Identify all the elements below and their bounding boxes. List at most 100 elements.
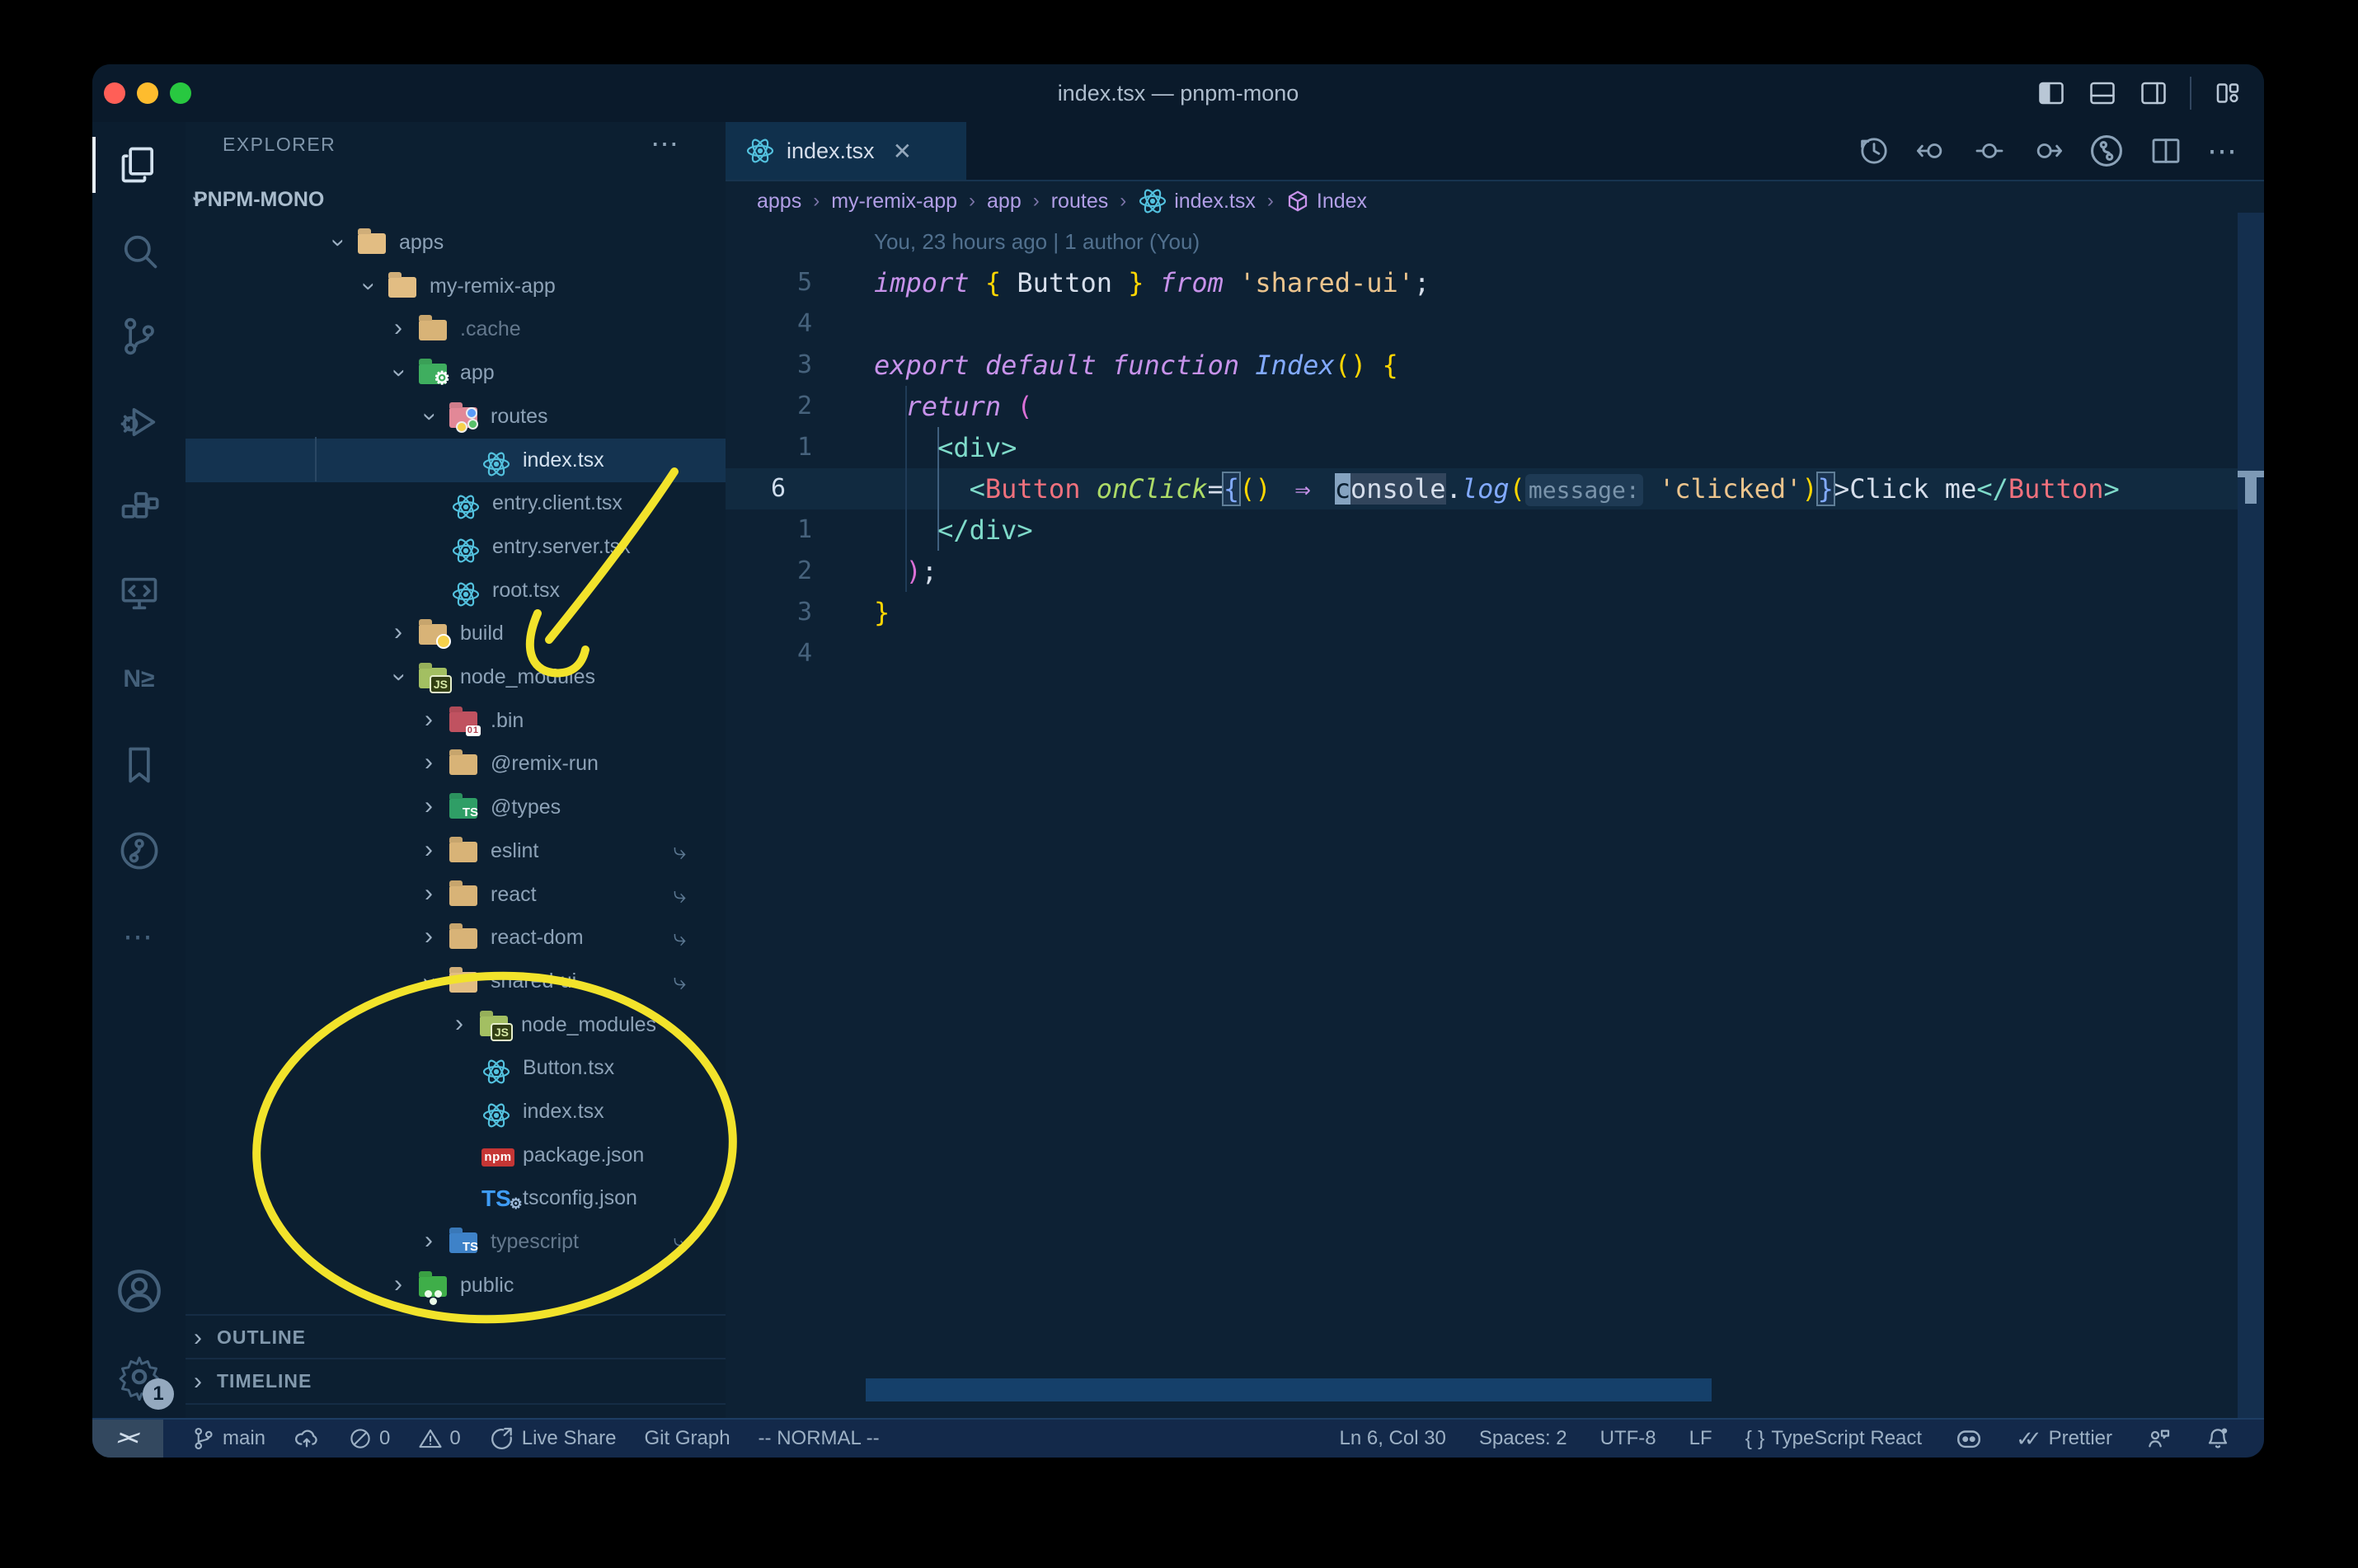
react-icon bbox=[745, 136, 775, 166]
tab-index-tsx[interactable]: index.tsx ✕ bbox=[726, 122, 966, 180]
editor-actions: ⋯ bbox=[1858, 122, 2239, 180]
more-icon[interactable]: ⋯ bbox=[2207, 134, 2239, 168]
tree-item-my-remix-app[interactable]: › my-remix-app bbox=[186, 265, 726, 308]
status--normal-[interactable]: -- NORMAL -- bbox=[759, 1427, 880, 1450]
chevron-right-icon: › bbox=[425, 1227, 433, 1255]
tree-item-button-tsx[interactable]: Button.tsx bbox=[186, 1046, 726, 1090]
tree-item-public[interactable]: › public bbox=[186, 1264, 726, 1307]
chevron-right-icon: › bbox=[194, 1368, 202, 1395]
activity-more-icon[interactable]: ⋯ bbox=[92, 894, 186, 979]
folder-routes-icon bbox=[449, 406, 479, 433]
activity-remote-explorer-icon[interactable] bbox=[92, 551, 186, 636]
tree-item--remix-run[interactable]: › @remix-run bbox=[186, 742, 726, 786]
status-cloud-up[interactable] bbox=[294, 1425, 320, 1452]
close-tab-icon[interactable]: ✕ bbox=[893, 138, 912, 165]
folder-build-icon bbox=[419, 622, 451, 650]
status-utf-8[interactable]: UTF-8 bbox=[1600, 1427, 1656, 1450]
feedback-icon bbox=[2145, 1425, 2172, 1452]
change-prev-icon[interactable] bbox=[1915, 134, 1948, 167]
activity-account-icon[interactable] bbox=[92, 1248, 186, 1334]
tree-item-build[interactable]: › build bbox=[186, 612, 726, 655]
breadcrumb-item-index[interactable]: Index bbox=[1285, 189, 1367, 214]
status-prettier[interactable]: ✓✓ Prettier bbox=[2016, 1426, 2112, 1452]
change-icon[interactable] bbox=[1973, 134, 2006, 167]
dblcheck-icon: ✓✓ bbox=[2016, 1425, 2041, 1451]
layout-customize-icon[interactable] bbox=[2213, 78, 2243, 108]
tree-item-apps[interactable]: › apps bbox=[186, 221, 726, 265]
outline-section[interactable]: › OUTLINE bbox=[186, 1314, 726, 1359]
activity-nx-console-icon[interactable]: N≥ bbox=[92, 636, 186, 722]
status-ln-6-col-30[interactable]: Ln 6, Col 30 bbox=[1339, 1427, 1445, 1450]
vertical-scrollbar[interactable] bbox=[2238, 213, 2264, 1420]
status-main[interactable]: main bbox=[191, 1426, 265, 1451]
vim-block-cursor: c bbox=[1334, 473, 1350, 505]
breadcrumb-item-my-remix-app[interactable]: my-remix-app bbox=[831, 190, 957, 214]
gitlens-graph-icon[interactable] bbox=[2088, 133, 2125, 169]
tree-item-eslint[interactable]: › eslint ⤷ bbox=[186, 829, 726, 873]
status-copilot[interactable] bbox=[1955, 1425, 1983, 1453]
split-editor-icon[interactable] bbox=[2149, 134, 2182, 167]
breadcrumb-separator: › bbox=[1266, 190, 1274, 212]
tree-item-node-modules[interactable]: › JS node_modules bbox=[186, 655, 726, 699]
code-area[interactable]: You, 23 hours ago | 1 author (You) 5 4 3 2 1… bbox=[726, 213, 2264, 1420]
status-0[interactable]: 0 bbox=[418, 1426, 461, 1451]
remote-indicator[interactable]: >< bbox=[92, 1420, 163, 1458]
change-next-icon[interactable] bbox=[2031, 134, 2064, 167]
tab-bar: index.tsx ✕ ⋯ bbox=[726, 122, 2264, 181]
activity-search-icon[interactable] bbox=[92, 208, 186, 293]
tree-item-index-tsx[interactable]: index.tsx bbox=[186, 1090, 726, 1134]
status-spaces-2[interactable]: Spaces: 2 bbox=[1479, 1427, 1567, 1450]
tree-item-index-tsx[interactable]: index.tsx bbox=[186, 438, 726, 482]
tree-item-node-modules[interactable]: › JS node_modules bbox=[186, 1003, 726, 1047]
activity-source-control-icon[interactable] bbox=[92, 293, 186, 379]
tree-item-tsconfig-json[interactable]: TStsconfig.json bbox=[186, 1176, 726, 1220]
breadcrumb-item-routes[interactable]: routes bbox=[1051, 190, 1108, 214]
tree-item-entry-server-tsx[interactable]: entry.server.tsx bbox=[186, 525, 726, 569]
tree-item-typescript[interactable]: › TS typescript ⤷ bbox=[186, 1220, 726, 1264]
breadcrumb-item-index-tsx[interactable]: index.tsx bbox=[1138, 186, 1256, 216]
status-live-share[interactable]: Live Share bbox=[489, 1425, 617, 1452]
sidebar-header: EXPLORER ⋯ bbox=[186, 122, 726, 167]
tree-item--cache[interactable]: › .cache bbox=[186, 307, 726, 351]
tree-item-react[interactable]: › react ⤷ bbox=[186, 873, 726, 917]
symlink-arrow-icon: ⤷ bbox=[673, 925, 686, 951]
status-git-graph[interactable]: Git Graph bbox=[645, 1427, 730, 1450]
status-0[interactable]: 0 bbox=[348, 1426, 390, 1451]
tree-item-routes[interactable]: › routes bbox=[186, 395, 726, 439]
tree-item--bin[interactable]: › 01 .bin bbox=[186, 699, 726, 743]
folder-icon bbox=[449, 840, 479, 863]
activity-run-debug-icon[interactable] bbox=[92, 379, 186, 465]
layout-sidebar-right-icon[interactable] bbox=[2139, 78, 2168, 108]
tree-item-react-dom[interactable]: › react-dom ⤷ bbox=[186, 916, 726, 960]
breadcrumb-item-app[interactable]: app bbox=[987, 190, 1022, 214]
tree-item--types[interactable]: › TS @types bbox=[186, 786, 726, 829]
layout-sidebar-left-icon[interactable] bbox=[2036, 78, 2066, 108]
chevron-down-icon: › bbox=[416, 977, 444, 986]
activity-settings-icon[interactable]: 1 bbox=[92, 1334, 186, 1420]
horizontal-scrollbar[interactable] bbox=[866, 1378, 1712, 1401]
chevron-right-icon: › bbox=[394, 314, 402, 342]
activity-extensions-icon[interactable] bbox=[92, 465, 186, 551]
status-bell[interactable] bbox=[2205, 1425, 2231, 1452]
status-feedback[interactable] bbox=[2145, 1425, 2172, 1452]
status-typescript-react[interactable]: { } TypeScript React bbox=[1745, 1427, 1922, 1451]
code-line: export default function Index() { bbox=[874, 350, 1398, 381]
layout-panel-icon[interactable] bbox=[2088, 78, 2117, 108]
chevron-right-icon: › bbox=[425, 749, 433, 777]
tree-item-entry-client-tsx[interactable]: entry.client.tsx bbox=[186, 481, 726, 525]
tree-item-app[interactable]: › ⚙ app bbox=[186, 351, 726, 395]
activity-gitlens-icon[interactable] bbox=[92, 808, 186, 894]
code-line: ); bbox=[905, 556, 938, 587]
tree-item-package-json[interactable]: npm package.json bbox=[186, 1134, 726, 1177]
timeline-section[interactable]: › TIMELINE bbox=[186, 1358, 726, 1405]
history-icon[interactable] bbox=[1858, 134, 1891, 167]
activity-explorer-icon[interactable] bbox=[92, 122, 186, 208]
tree-root-pnpm-mono[interactable]: › PNPM-MONO bbox=[186, 178, 726, 221]
tree-item-shared-ui[interactable]: › shared-ui ⤷ bbox=[186, 960, 726, 1003]
line-number: 1 bbox=[796, 515, 812, 544]
activity-bookmarks-icon[interactable] bbox=[92, 722, 186, 808]
sidebar-more-icon[interactable]: ⋯ bbox=[651, 128, 680, 161]
status-lf[interactable]: LF bbox=[1689, 1427, 1712, 1450]
tree-item-root-tsx[interactable]: root.tsx bbox=[186, 569, 726, 613]
breadcrumb-item-apps[interactable]: apps bbox=[757, 190, 801, 214]
